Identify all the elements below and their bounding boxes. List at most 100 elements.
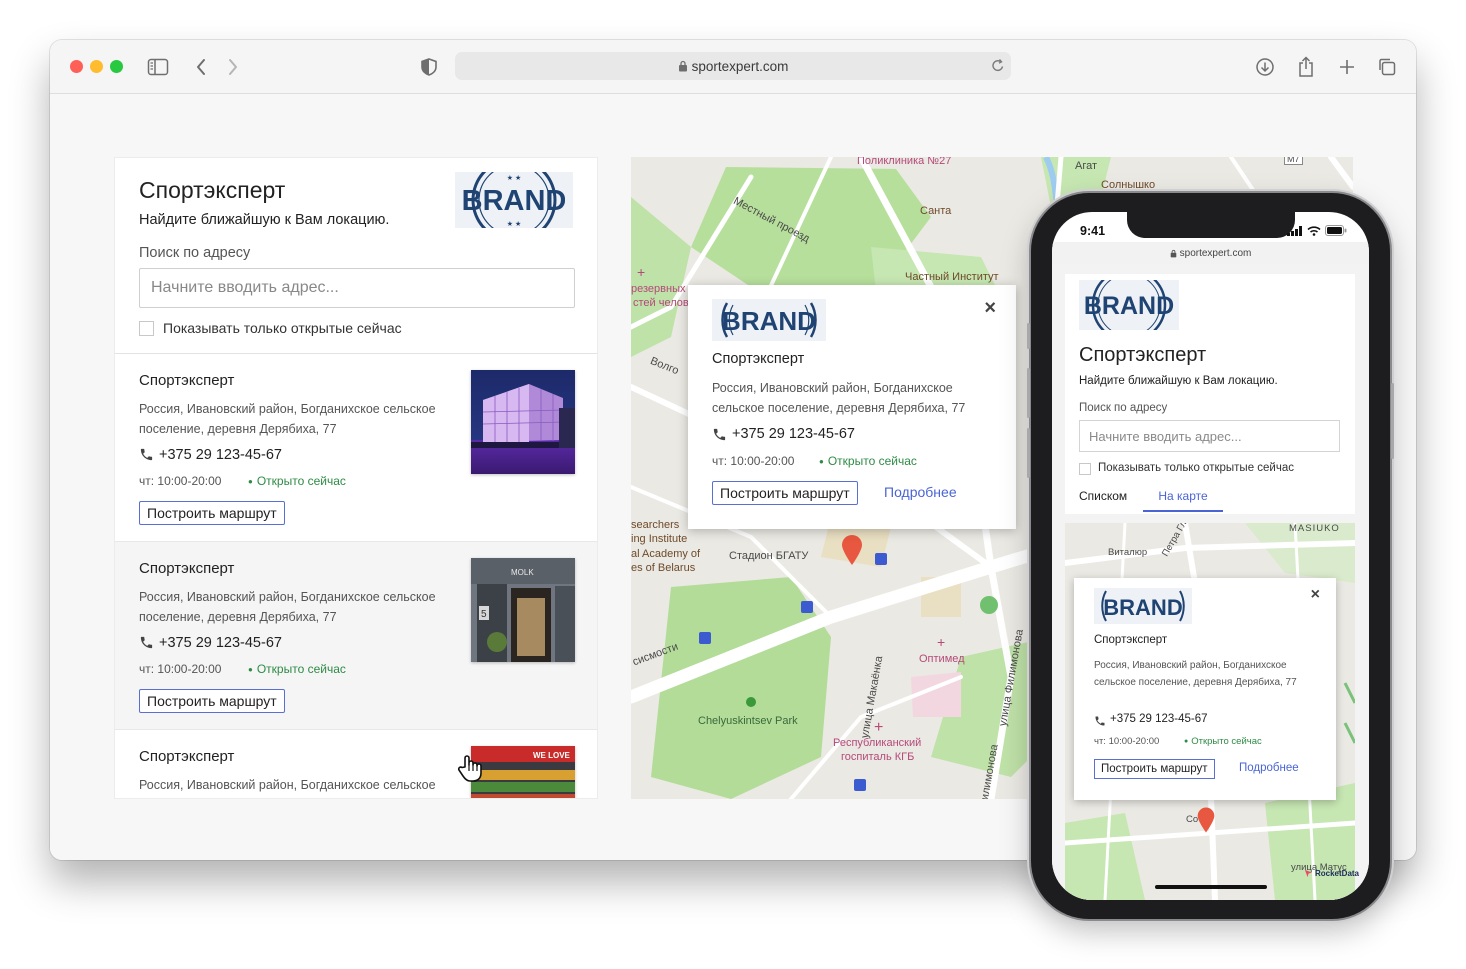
phone-icon xyxy=(1094,714,1106,732)
close-icon[interactable]: × xyxy=(984,297,996,320)
svg-text:+: + xyxy=(937,634,945,650)
location-phone: +375 29 123-45-67 xyxy=(159,447,282,463)
tab-list[interactable]: Списком xyxy=(1079,489,1127,503)
location-address: Россия, Ивановский район, Богданихское с… xyxy=(139,778,436,792)
map-label: Агат xyxy=(1075,160,1098,172)
forward-arrow-icon[interactable] xyxy=(221,55,245,79)
sidebar-toggle-icon[interactable] xyxy=(146,55,170,79)
phone-popup-hours: чт: 10:00-20:00 xyxy=(1094,736,1160,747)
phone-map-pin-icon[interactable] xyxy=(1196,806,1216,834)
phone-map-label: Виталюр xyxy=(1108,547,1148,558)
phone-popup-address: Россия, Ивановский район, Богданихское с… xyxy=(1094,660,1297,688)
build-route-button[interactable]: Построить маршрут xyxy=(139,501,285,525)
download-icon[interactable] xyxy=(1253,55,1277,79)
location-name: Спортэксперт xyxy=(139,748,235,765)
minimize-window-button[interactable] xyxy=(90,60,103,73)
tab-map[interactable]: На карте xyxy=(1143,489,1223,512)
back-arrow-icon[interactable] xyxy=(189,55,213,79)
popup-build-route-button[interactable]: Построить маршрут xyxy=(712,481,858,505)
rocketdata-logo-text: RocketData xyxy=(1314,869,1359,878)
map-label: al Academy of xyxy=(631,548,701,560)
map-label: Солнышко xyxy=(1101,179,1156,191)
svg-text:+: + xyxy=(874,719,883,736)
location-card[interactable]: Спортэксперт Россия, Ивановский район, Б… xyxy=(115,730,597,798)
close-window-button[interactable] xyxy=(70,60,83,73)
location-card[interactable]: Спортэксперт Россия, Ивановский район, Б… xyxy=(115,542,597,730)
tab-overview-icon[interactable] xyxy=(1375,55,1399,79)
new-tab-plus-icon[interactable] xyxy=(1335,55,1359,79)
location-photo xyxy=(471,370,575,474)
map-label: Стадион БГАТУ xyxy=(729,550,809,562)
popup-location-address: Россия, Ивановский район, Богданихское с… xyxy=(712,381,966,415)
locator-header: Спортэксперт Найдите ближайшую к Вам лок… xyxy=(115,158,597,354)
svg-text:★ ★: ★ ★ xyxy=(507,174,522,182)
phone-url-text: sportexpert.com xyxy=(1179,247,1252,259)
hand-cursor-icon xyxy=(457,755,482,782)
map-location-popup: BRAND × Спортэксперт Россия, Ивановский … xyxy=(688,285,1016,529)
search-label: Поиск по адресу xyxy=(139,245,251,261)
home-indicator xyxy=(1155,885,1267,889)
popup-hours: чт: 10:00-20:00 xyxy=(712,454,795,468)
phone-address-search-input[interactable] xyxy=(1079,420,1340,452)
map-label: Санта xyxy=(920,205,952,217)
build-route-button[interactable]: Построить маршрут xyxy=(139,689,285,713)
address-bar[interactable]: sportexpert.com xyxy=(455,52,1011,80)
brand-logo-text: BRAND xyxy=(722,306,816,336)
close-icon[interactable]: × xyxy=(1311,586,1320,604)
svg-text:5: 5 xyxy=(481,609,487,620)
phone-address-bar[interactable]: sportexpert.com xyxy=(1052,242,1369,264)
map-label: ing Institute xyxy=(631,533,688,545)
browser-toolbar: sportexpert.com xyxy=(50,40,1416,94)
popup-open-status: Открыто сейчас xyxy=(819,454,917,468)
map-label: Частный Институт xyxy=(905,271,999,283)
map-label: es of Belarus xyxy=(631,562,696,574)
map-label: Оптимед xyxy=(919,653,965,665)
phone-popup-build-route-button[interactable]: Построить маршрут xyxy=(1094,759,1215,779)
page-subtitle: Найдите ближайшую к Вам локацию. xyxy=(139,212,390,228)
location-hours: чт: 10:00-20:00 xyxy=(139,662,222,676)
phone-search-label: Поиск по адресу xyxy=(1079,402,1168,414)
address-bar-url: sportexpert.com xyxy=(691,58,789,74)
phone-mockup: 9:41 sportexpert.com BRAND Спортэксперт xyxy=(1027,193,1394,919)
privacy-shield-icon[interactable] xyxy=(417,55,441,79)
phone-page-title: Спортэксперт xyxy=(1079,344,1207,366)
popup-details-link[interactable]: Подробнее xyxy=(884,484,957,500)
brand-logo-text: BRAND xyxy=(463,185,565,217)
phone-notch xyxy=(1127,212,1295,238)
share-icon[interactable] xyxy=(1294,55,1318,79)
svg-text:★ ★: ★ ★ xyxy=(507,220,522,228)
photo-sign: MOLK xyxy=(511,568,534,577)
phone-popup-open-status: Открыто сейчас xyxy=(1184,736,1262,747)
location-photo: WE LOVE xyxy=(471,746,575,798)
phone-screen: 9:41 sportexpert.com BRAND Спортэксперт xyxy=(1052,212,1369,900)
open-now-checkbox[interactable] xyxy=(139,321,154,336)
locator-panel: Спортэксперт Найдите ближайшую к Вам лок… xyxy=(114,157,598,799)
map-label: стей челов xyxy=(633,297,689,309)
phone-popup-details-link[interactable]: Подробнее xyxy=(1239,762,1299,774)
phone-map-view[interactable]: MASIUKO Виталюр Петра Глебки Со улица Ма… xyxy=(1065,523,1355,900)
photo-sign: WE LOVE xyxy=(533,751,571,760)
svg-text:+: + xyxy=(637,264,645,280)
map-label: резервных xyxy=(631,283,686,295)
map-pin-icon[interactable] xyxy=(840,534,864,566)
map-label: Chelyuskintsev Park xyxy=(698,715,798,727)
location-card[interactable]: Спортэксперт Россия, Ивановский район, Б… xyxy=(115,354,597,542)
phone-icon xyxy=(712,427,727,447)
reload-icon[interactable] xyxy=(991,58,1005,73)
popup-phone: +375 29 123-45-67 xyxy=(732,426,855,442)
location-phone: +375 29 123-45-67 xyxy=(159,635,282,651)
lock-icon xyxy=(678,60,688,72)
phone-map-popup: BRAND × Спортэксперт Россия, Ивановский … xyxy=(1074,578,1336,800)
phone-page: BRAND Спортэксперт Найдите ближайшую к В… xyxy=(1052,264,1369,900)
phone-open-now-checkbox[interactable] xyxy=(1079,463,1091,475)
phone-open-now-label: Показывать только открытые сейчас xyxy=(1098,462,1294,474)
location-address: Россия, Ивановский район, Богданихское с… xyxy=(139,402,436,436)
brand-logo: BRAND xyxy=(1094,588,1192,624)
open-status: Открыто сейчас xyxy=(248,474,346,488)
brand-logo: BRAND ★ ★ ★ ★ xyxy=(455,172,573,228)
map-label: searchers xyxy=(631,519,680,531)
address-search-input[interactable] xyxy=(139,268,575,308)
brand-logo: BRAND xyxy=(712,299,826,341)
map-label: M7 xyxy=(1284,157,1303,165)
zoom-window-button[interactable] xyxy=(110,60,123,73)
